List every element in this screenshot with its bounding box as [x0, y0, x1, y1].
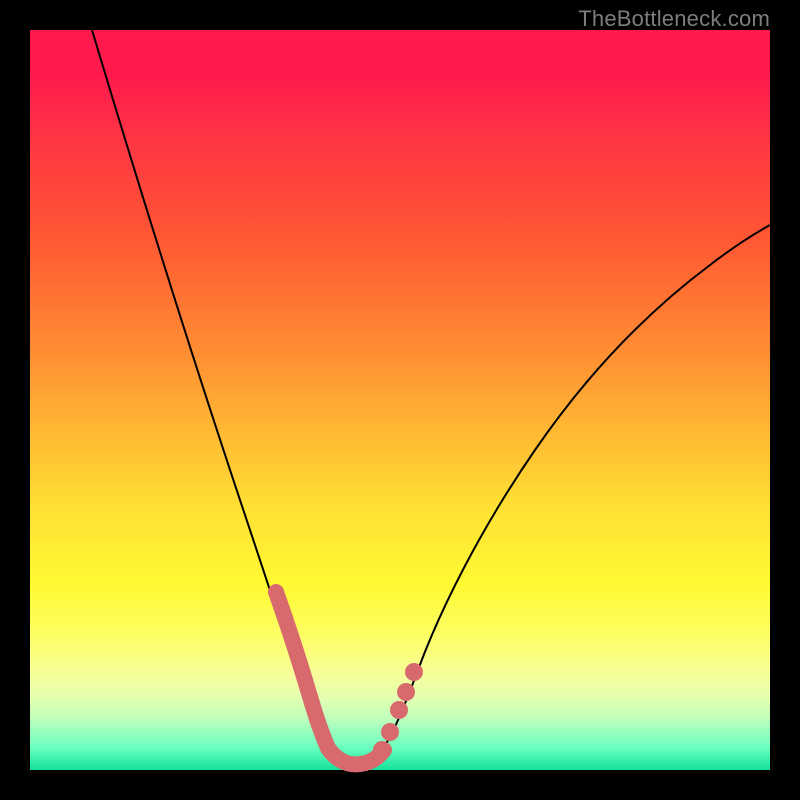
marker-run-left [276, 592, 328, 748]
chart-plot-area [30, 30, 770, 770]
bottleneck-curve [92, 30, 770, 767]
watermark-text: TheBottleneck.com [578, 6, 770, 32]
marker-dot [405, 663, 423, 681]
marker-dot [381, 723, 399, 741]
marker-dot [397, 683, 415, 701]
marker-dot [373, 741, 391, 759]
chart-svg [30, 30, 770, 770]
marker-dot [390, 701, 408, 719]
